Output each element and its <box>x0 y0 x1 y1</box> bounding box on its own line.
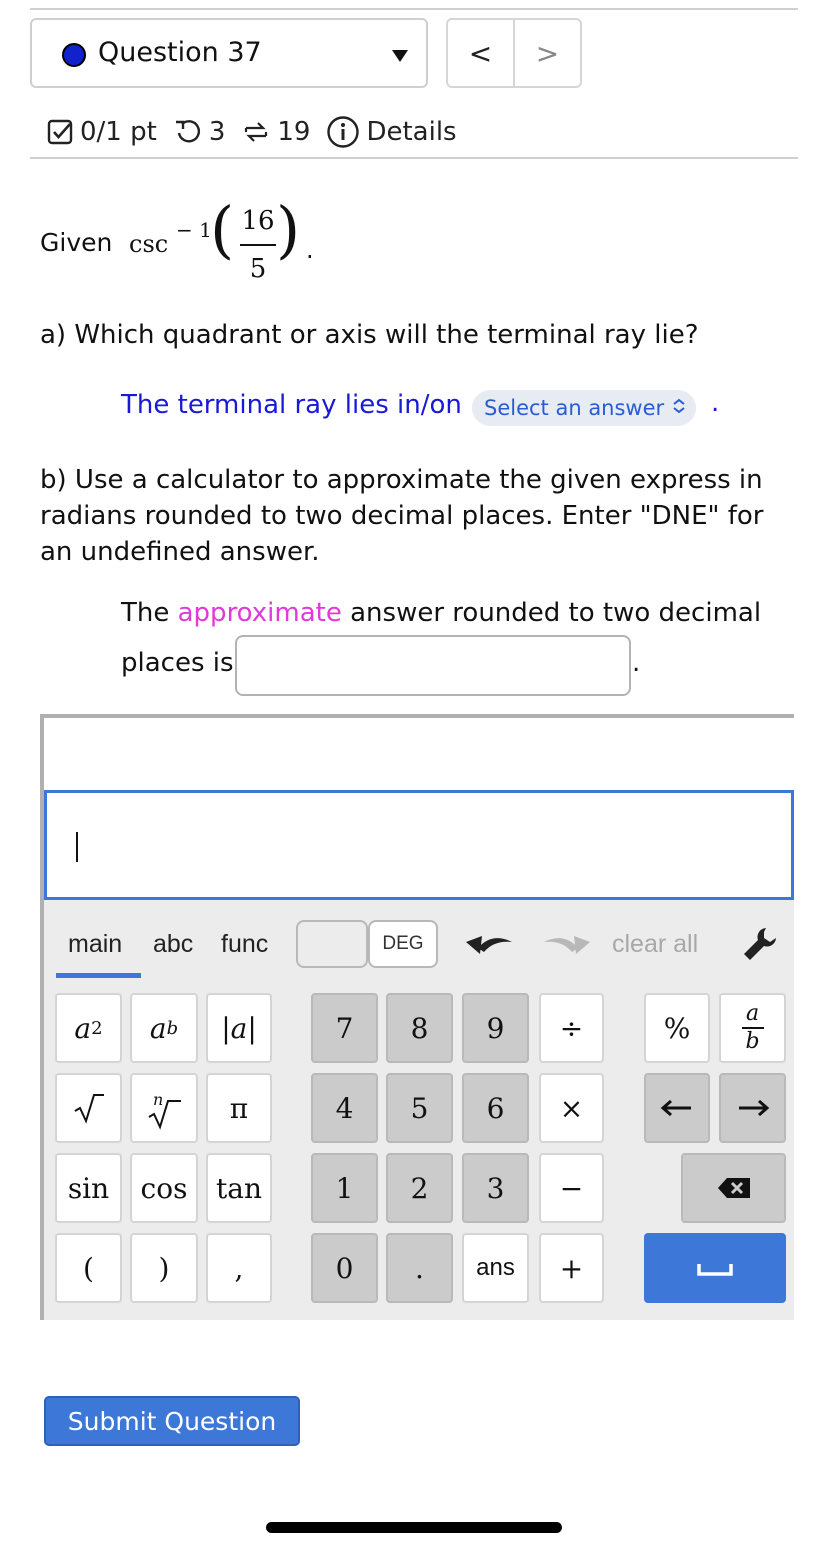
undo-icon[interactable] <box>462 926 518 966</box>
angle-mode-button[interactable]: DEG <box>368 920 438 968</box>
key-ans[interactable]: ans <box>462 1233 529 1303</box>
key-power[interactable]: ab <box>130 993 198 1063</box>
key-0[interactable]: 0 <box>311 1233 378 1303</box>
part-a-prompt: a) Which quadrant or axis will the termi… <box>40 320 699 350</box>
left-arrow-icon <box>660 1099 691 1117</box>
enter-icon <box>697 1264 733 1276</box>
select-chevron-icon <box>672 398 686 418</box>
key-sqrt[interactable] <box>55 1073 122 1143</box>
key-2[interactable]: 2 <box>386 1153 453 1223</box>
checkbox-icon <box>46 118 74 146</box>
key-times[interactable]: × <box>539 1073 604 1143</box>
dropdown-caret-icon <box>392 50 408 62</box>
key-backspace[interactable] <box>681 1153 786 1223</box>
tab-func[interactable]: func <box>221 930 268 959</box>
question-nav: < > <box>446 18 582 88</box>
question-meta: 0/1 pt 3 19 Details <box>46 112 457 152</box>
math-period: . <box>306 236 314 264</box>
key-comma[interactable]: , <box>206 1233 272 1303</box>
key-fraction[interactable]: ab <box>719 993 786 1063</box>
details-link[interactable]: Details <box>366 117 456 147</box>
key-decimal[interactable]: . <box>386 1233 453 1303</box>
answer-field[interactable] <box>235 635 631 696</box>
key-left-paren[interactable]: ( <box>55 1233 122 1303</box>
svg-text:n: n <box>153 1090 163 1109</box>
math-exponent: − 1 <box>176 218 212 242</box>
key-sin[interactable]: sin <box>55 1153 122 1223</box>
key-left-arrow[interactable] <box>644 1073 710 1143</box>
key-enter[interactable] <box>644 1233 786 1303</box>
question-label: Question 37 <box>98 37 262 68</box>
clear-all-button[interactable]: clear all <box>612 930 698 959</box>
terminal-ray-text: The terminal ray lies in/on <box>121 390 462 420</box>
submit-question-button[interactable]: Submit Question <box>44 1396 300 1446</box>
key-4[interactable]: 4 <box>311 1073 378 1143</box>
key-right-paren[interactable]: ) <box>130 1233 198 1303</box>
quadrant-select[interactable]: Select an answer <box>472 390 696 426</box>
info-icon[interactable] <box>326 115 360 149</box>
key-plus[interactable]: + <box>539 1233 604 1303</box>
top-divider <box>30 8 798 10</box>
answer-prompt-line1: The approximate answer rounded to two de… <box>121 598 761 628</box>
math-function: csc <box>129 230 169 258</box>
backspace-icon <box>717 1178 750 1198</box>
given-label: Given <box>40 228 113 257</box>
home-indicator <box>266 1522 562 1533</box>
part-b-prompt: b) Use a calculator to approximate the g… <box>40 465 764 567</box>
prev-question-button[interactable]: < <box>448 20 513 86</box>
key-8[interactable]: 8 <box>386 993 453 1063</box>
key-1[interactable]: 1 <box>311 1153 378 1223</box>
key-cos[interactable]: cos <box>130 1153 198 1223</box>
key-9[interactable]: 9 <box>462 993 529 1063</box>
answer-prefix: The <box>121 598 170 628</box>
fraction-bar <box>240 244 276 246</box>
redo-icon[interactable] <box>538 926 594 966</box>
key-6[interactable]: 6 <box>462 1073 529 1143</box>
math-input-box[interactable] <box>44 790 794 900</box>
score-text: 0/1 pt <box>80 117 157 147</box>
math-left-paren: ( <box>210 193 235 266</box>
key-right-arrow[interactable] <box>719 1073 786 1143</box>
toolbar-blank-button[interactable] <box>296 920 368 968</box>
fraction-numerator: 16 <box>241 206 275 236</box>
retry-icon <box>173 118 203 146</box>
question-selector[interactable]: Question 37 <box>30 18 428 88</box>
nth-root-icon: n <box>148 1090 181 1130</box>
select-placeholder: Select an answer <box>484 396 665 420</box>
approximate-link[interactable]: approximate <box>178 598 342 628</box>
key-nth-root[interactable]: n <box>130 1073 198 1143</box>
key-divide[interactable]: ÷ <box>539 993 604 1063</box>
text-cursor <box>76 832 78 862</box>
retries-count: 3 <box>208 117 226 147</box>
right-arrow-icon <box>738 1099 769 1117</box>
next-question-button[interactable]: > <box>513 20 580 86</box>
key-percent[interactable]: % <box>644 993 710 1063</box>
answer-prompt-line2: places is <box>121 648 234 678</box>
key-3[interactable]: 3 <box>462 1153 529 1223</box>
math-right-paren: ) <box>276 193 301 266</box>
key-5[interactable]: 5 <box>386 1073 453 1143</box>
answer-period: . <box>632 648 641 678</box>
key-square[interactable]: a2 <box>55 993 122 1063</box>
key-7[interactable]: 7 <box>311 993 378 1063</box>
fraction-denominator: 5 <box>249 254 267 284</box>
sentence-period: . <box>711 388 720 418</box>
status-dot-icon <box>62 43 86 67</box>
attempts-icon <box>241 118 271 146</box>
key-pi[interactable]: π <box>206 1073 272 1143</box>
wrench-icon[interactable] <box>740 924 780 968</box>
tab-main[interactable]: main <box>68 930 122 959</box>
answer-rest: answer rounded to two decimal <box>350 598 762 628</box>
key-abs[interactable]: |a| <box>206 993 272 1063</box>
sqrt-icon <box>73 1094 104 1124</box>
tab-abc[interactable]: abc <box>153 930 193 959</box>
meta-divider <box>30 157 798 159</box>
active-tab-indicator <box>56 973 141 978</box>
attempts-count: 19 <box>277 117 311 147</box>
key-minus[interactable]: − <box>539 1153 604 1223</box>
key-tan[interactable]: tan <box>206 1153 272 1223</box>
